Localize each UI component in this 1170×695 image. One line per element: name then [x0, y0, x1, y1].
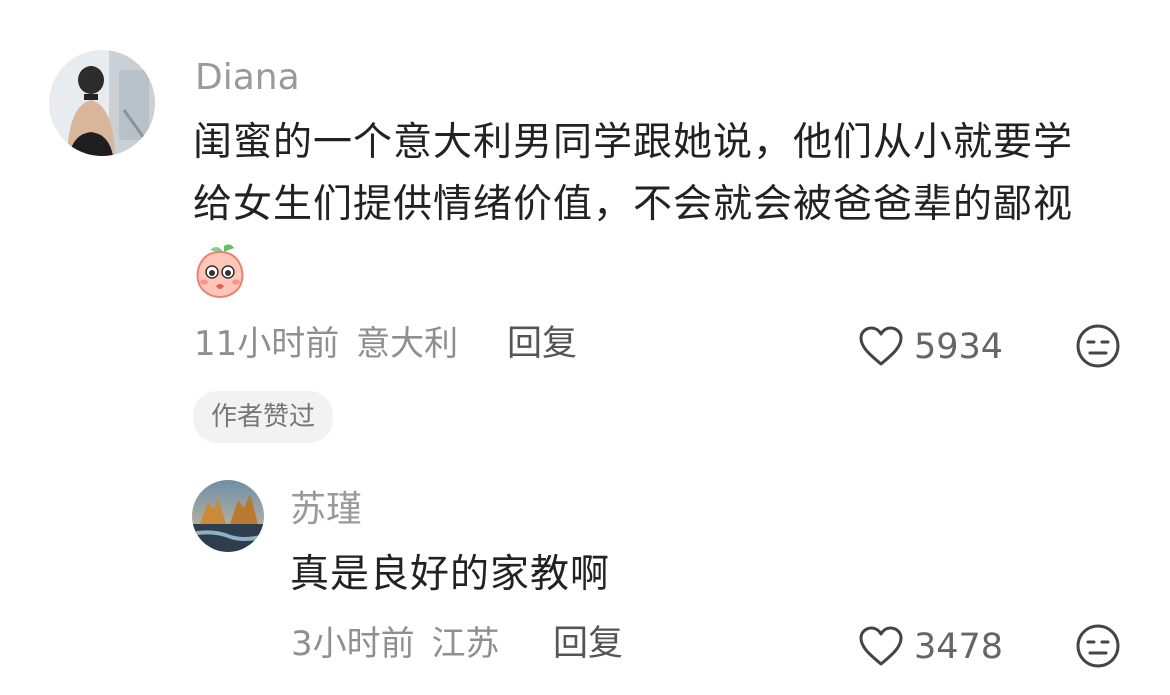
like-count: 5934: [914, 327, 1004, 367]
comment-meta: 11小时前 意大利: [194, 327, 458, 361]
comment-text-line: 闺蜜的一个意大利男同学跟她说，他们从小就要学: [193, 120, 1074, 165]
reply-button[interactable]: 回复: [507, 327, 577, 362]
reply-username[interactable]: 苏瑾: [290, 492, 362, 528]
avatar[interactable]: [192, 480, 264, 552]
comment-text-line: 给女生们提供情绪价值，不会就会被爸爸辈的鄙视: [193, 182, 1074, 227]
reply-location: 江苏: [431, 624, 500, 664]
avatar[interactable]: [49, 50, 155, 156]
author-liked-badge: 作者赞过: [193, 391, 334, 443]
reply-time: 3小时前: [291, 624, 415, 664]
heart-outline-icon[interactable]: [858, 325, 904, 367]
like-count: 3478: [914, 627, 1004, 667]
meh-face-icon[interactable]: [1075, 323, 1121, 369]
reply-text: 真是良好的家教啊: [290, 552, 611, 597]
comment-time: 11小时前: [194, 324, 340, 364]
comment-location: 意大利: [356, 324, 459, 364]
reply-meta: 3小时前 江苏: [291, 627, 499, 661]
peach-face-icon: [194, 242, 246, 299]
comment-username[interactable]: Diana: [195, 60, 300, 96]
meh-face-icon[interactable]: [1075, 623, 1121, 669]
heart-outline-icon[interactable]: [858, 625, 904, 667]
comment-text: 闺蜜的一个意大利男同学跟她说，他们从小就要学 给女生们提供情绪价值，不会就会被爸…: [193, 112, 1153, 236]
reply-button[interactable]: 回复: [553, 627, 623, 662]
